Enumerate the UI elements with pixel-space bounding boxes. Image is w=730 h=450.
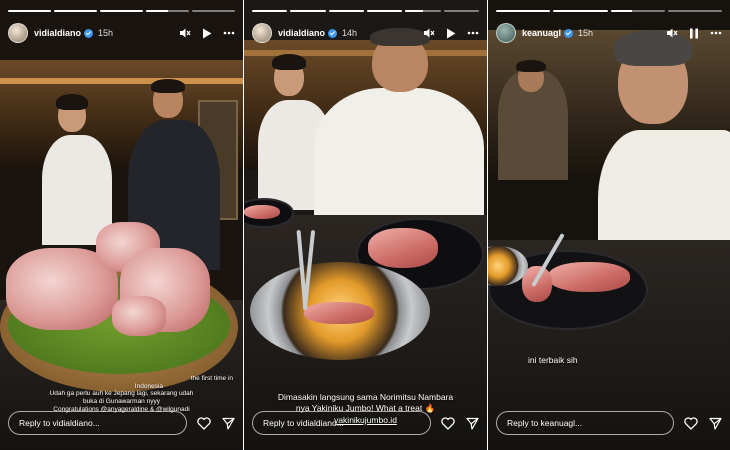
reply-bar: Reply to keanuagl... bbox=[496, 410, 722, 436]
speaker-muted-icon[interactable] bbox=[666, 27, 678, 39]
story-panel-2[interactable]: vidialdiano 14h Dimasakin langsung sama … bbox=[244, 0, 487, 450]
avatar[interactable] bbox=[496, 23, 516, 43]
reply-bar: Reply to vidialdiano... bbox=[8, 410, 235, 436]
username[interactable]: keanuagl bbox=[522, 28, 561, 38]
reply-input[interactable]: Reply to keanuagl... bbox=[496, 411, 674, 435]
post-time: 15h bbox=[98, 28, 114, 38]
story-header: keanuagl 15h bbox=[496, 22, 722, 44]
story-progress bbox=[496, 10, 722, 12]
username[interactable]: vidialdiano bbox=[278, 28, 325, 38]
meat-slice bbox=[304, 302, 374, 324]
verified-badge-icon bbox=[564, 28, 574, 38]
verified-badge-icon bbox=[328, 28, 338, 38]
caption-line: Dimasakin langsung sama Norimitsu Nambar… bbox=[277, 392, 454, 402]
send-icon[interactable] bbox=[221, 416, 235, 430]
caption-line: ini terbaik sih bbox=[528, 355, 578, 365]
speaker-muted-icon[interactable] bbox=[423, 27, 435, 39]
avatar[interactable] bbox=[252, 23, 272, 43]
play-icon[interactable] bbox=[445, 27, 457, 39]
story-progress bbox=[8, 10, 235, 12]
meat-slice bbox=[244, 205, 280, 219]
heart-icon[interactable] bbox=[684, 416, 698, 430]
pause-icon[interactable] bbox=[688, 27, 700, 39]
story-header: vidialdiano 14h bbox=[252, 22, 479, 44]
story-3-photo bbox=[488, 0, 730, 450]
heart-icon[interactable] bbox=[197, 416, 211, 430]
reply-bar: Reply to vidialdiano... bbox=[252, 410, 479, 436]
story-panel-1[interactable]: vidialdiano 15h the first time in Indone… bbox=[0, 0, 243, 450]
reply-input[interactable]: Reply to vidialdiano... bbox=[252, 411, 431, 435]
caption-line: the first time in bbox=[190, 375, 233, 382]
username[interactable]: vidialdiano bbox=[34, 28, 81, 38]
post-time: 15h bbox=[578, 28, 594, 38]
story-panel-3[interactable]: keanuagl 15h ini terbaik sih Reply to ke… bbox=[488, 0, 730, 450]
send-icon[interactable] bbox=[465, 416, 479, 430]
meat-slice bbox=[548, 262, 630, 292]
meat-slice bbox=[368, 228, 438, 268]
heart-icon[interactable] bbox=[441, 416, 455, 430]
reply-input[interactable]: Reply to vidialdiano... bbox=[8, 411, 187, 435]
story-2-photo bbox=[244, 0, 487, 450]
play-icon[interactable] bbox=[201, 27, 213, 39]
wagyu-block bbox=[112, 296, 166, 336]
more-icon[interactable] bbox=[710, 27, 722, 39]
more-icon[interactable] bbox=[223, 27, 235, 39]
send-icon[interactable] bbox=[708, 416, 722, 430]
story-header: vidialdiano 15h bbox=[8, 22, 235, 44]
story-progress bbox=[252, 10, 479, 12]
verified-badge-icon bbox=[84, 28, 94, 38]
post-time: 14h bbox=[342, 28, 358, 38]
speaker-muted-icon[interactable] bbox=[179, 27, 191, 39]
more-icon[interactable] bbox=[467, 27, 479, 39]
caption-line: Udah ga perlu auh ke Jepang lagi, sekara… bbox=[49, 390, 194, 397]
avatar[interactable] bbox=[8, 23, 28, 43]
caption-line: buka di Gunawarman nyyy bbox=[83, 398, 160, 405]
